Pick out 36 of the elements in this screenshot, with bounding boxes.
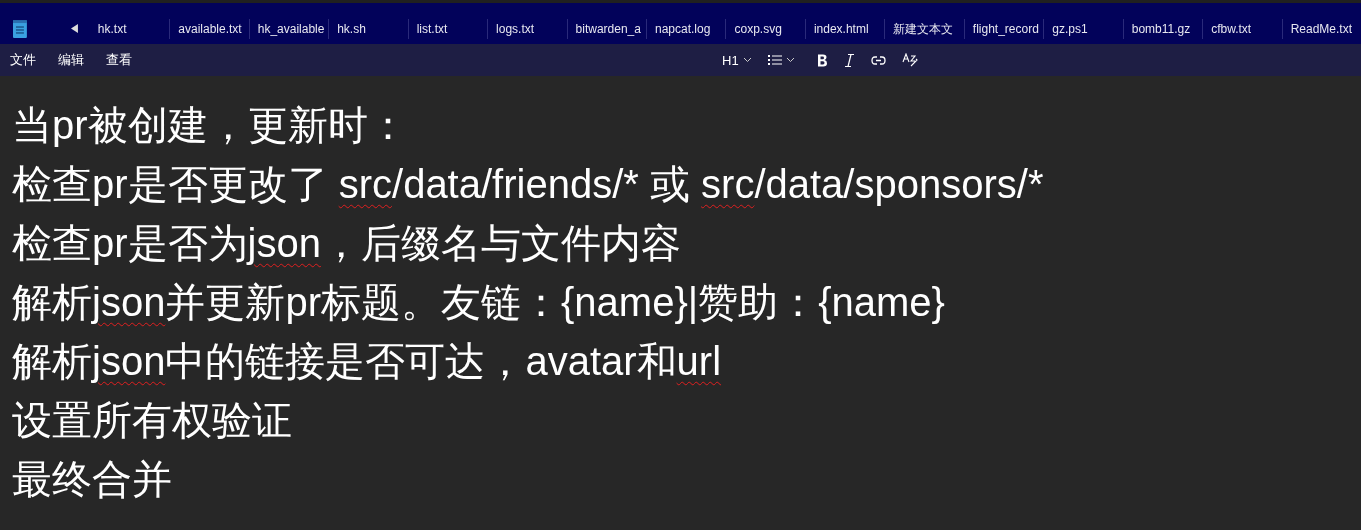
text-line: 检查pr是否更改了 src/data/friends/* 或 src/data/sponsors/* [12, 161, 1045, 208]
file-tab[interactable]: bitwarden_a [566, 18, 646, 39]
file-tab[interactable]: gz.ps1 [1043, 18, 1123, 39]
text-line: 检查pr是否为json，后缀名与文件内容 [12, 220, 682, 267]
file-tab[interactable]: napcat.log [646, 18, 726, 39]
file-tab[interactable]: index.html [804, 18, 885, 39]
file-tab[interactable]: coxp.svg [725, 18, 805, 39]
chevron-down-icon [742, 57, 752, 63]
chevron-down-icon [785, 57, 795, 63]
file-tab[interactable]: hk.txt [89, 18, 170, 39]
file-tab[interactable]: list.txt [407, 18, 488, 39]
list-dropdown[interactable] [767, 55, 795, 65]
file-tab[interactable]: ReadMe.txt [1281, 18, 1361, 39]
menu-item[interactable]: 查看 [106, 51, 132, 69]
file-tab[interactable]: hk_available [248, 18, 329, 39]
text-line: 最终合并 [12, 456, 173, 503]
file-tab[interactable]: logs.txt [487, 18, 567, 39]
file-tab[interactable]: bomb11.gz [1122, 18, 1203, 39]
bold-icon[interactable] [816, 53, 828, 67]
scroll-left-icon[interactable] [70, 24, 78, 33]
file-tab[interactable]: available.txt [169, 18, 249, 39]
italic-icon[interactable] [843, 53, 855, 67]
text-line: 解析json中的链接是否可达，avatar和url [12, 338, 722, 385]
file-tab[interactable]: 新建文本文 [884, 18, 964, 39]
spellcheck-icon[interactable] [901, 53, 918, 67]
notepad-icon [13, 19, 27, 38]
file-tab[interactable]: cfbw.txt [1202, 18, 1282, 39]
link-icon[interactable] [870, 55, 886, 65]
text-line: 设置所有权验证 [12, 397, 293, 444]
file-tab[interactable]: flight_record [963, 18, 1044, 39]
text-line: 解析json并更新pr标题。友链：{name}|赞助：{name} [12, 279, 946, 326]
heading-dropdown[interactable]: H1 [722, 52, 752, 68]
menu-item[interactable]: 文件 [10, 51, 36, 69]
menu-item[interactable]: 编辑 [58, 51, 84, 69]
text-line: 当pr被创建，更新时： [12, 102, 409, 149]
file-tab[interactable]: hk.sh [328, 18, 408, 39]
